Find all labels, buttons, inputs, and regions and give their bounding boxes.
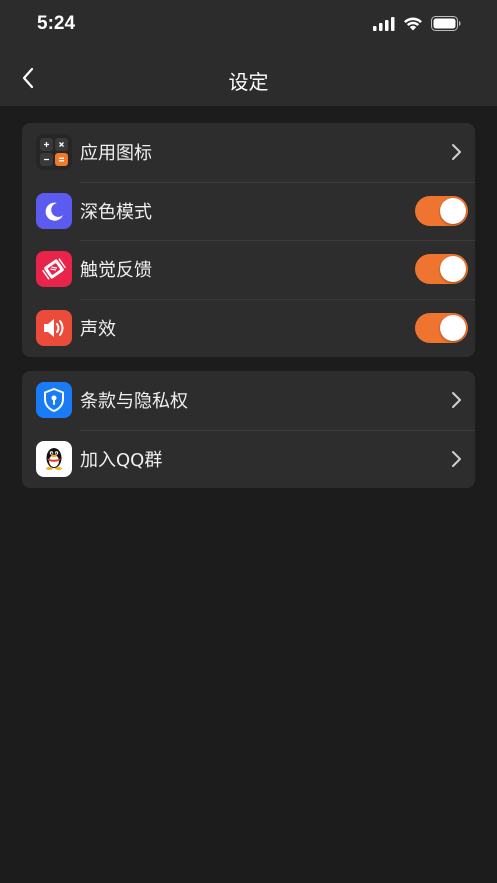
status-bar: 5:24 bbox=[0, 0, 497, 50]
setting-label-join-qq-group: 加入QQ群 bbox=[80, 449, 163, 471]
haptic-feedback-toggle[interactable] bbox=[415, 254, 468, 285]
setting-label-dark-mode: 深色模式 bbox=[80, 201, 152, 223]
moon-icon bbox=[36, 192, 72, 229]
sound-effects-toggle[interactable] bbox=[415, 312, 468, 343]
setting-label-privacy: 条款与隐私权 bbox=[80, 391, 188, 413]
status-icons bbox=[373, 16, 461, 31]
setting-row-haptic-feedback: 触觉反馈 bbox=[22, 240, 475, 299]
calculator-icon bbox=[36, 134, 72, 171]
chevron-right-icon bbox=[452, 392, 461, 409]
qq-penguin-icon bbox=[36, 440, 72, 477]
toggle-knob bbox=[440, 197, 466, 224]
settings-group-general: 应用图标 深色模式 触觉反馈 声效 bbox=[22, 123, 475, 357]
setting-row-join-qq-group[interactable]: 加入QQ群 bbox=[22, 429, 475, 489]
dark-mode-toggle[interactable] bbox=[415, 195, 468, 226]
battery-icon bbox=[431, 16, 461, 31]
chevron-right-icon bbox=[452, 450, 461, 467]
privacy-shield-icon bbox=[36, 382, 72, 419]
wifi-icon bbox=[404, 17, 422, 31]
page-title: 设定 bbox=[228, 70, 269, 94]
navigation-bar: 设定 bbox=[0, 50, 497, 106]
setting-row-app-icon[interactable]: 应用图标 bbox=[22, 123, 475, 182]
setting-label-app-icon: 应用图标 bbox=[80, 143, 152, 165]
toggle-knob bbox=[440, 256, 466, 283]
setting-row-privacy[interactable]: 条款与隐私权 bbox=[22, 371, 475, 430]
setting-label-sound-effects: 声效 bbox=[80, 318, 116, 340]
settings-group-about: 条款与隐私权 加入QQ群 bbox=[22, 371, 475, 488]
haptic-icon bbox=[36, 251, 72, 288]
top-bar: 5:24 设定 bbox=[0, 0, 497, 106]
toggle-knob bbox=[440, 314, 466, 341]
setting-label-haptic-feedback: 触觉反馈 bbox=[80, 260, 152, 282]
speaker-icon bbox=[36, 309, 72, 346]
status-time: 5:24 bbox=[37, 13, 76, 34]
chevron-right-icon bbox=[452, 144, 461, 161]
setting-row-sound-effects: 声效 bbox=[22, 298, 475, 358]
setting-row-dark-mode: 深色模式 bbox=[22, 181, 475, 241]
cellular-signal-icon bbox=[373, 16, 395, 31]
